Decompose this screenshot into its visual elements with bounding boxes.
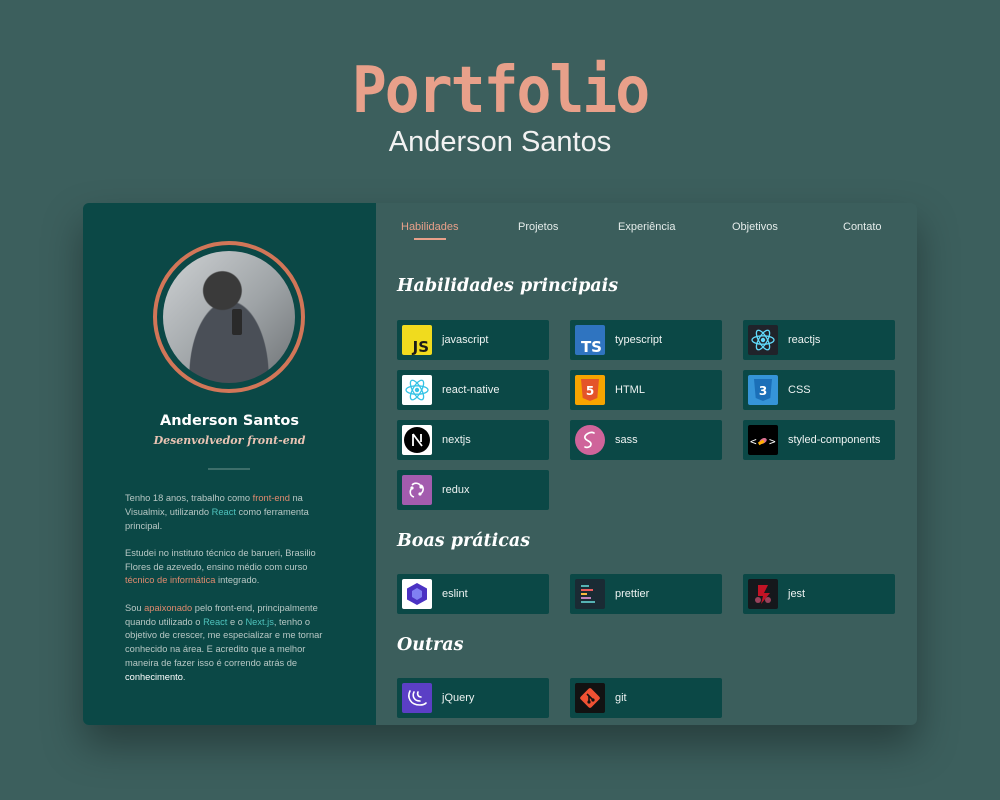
svg-text:>: > <box>769 435 776 448</box>
react-icon <box>402 375 432 405</box>
bio-text: Estudei no instituto técnico de barueri,… <box>125 547 316 572</box>
skill-label: git <box>615 692 627 704</box>
jquery-icon <box>402 683 432 713</box>
hero-subtitle: Anderson Santos <box>388 126 612 158</box>
skill-reactjs[interactable]: reactjs <box>743 320 895 360</box>
skill-label: sass <box>615 434 638 446</box>
redux-icon <box>402 475 432 505</box>
skill-label: jQuery <box>442 692 475 704</box>
jest-icon <box>748 579 778 609</box>
top-nav: Habilidades Projetos Experiência Objetiv… <box>376 221 917 245</box>
sass-icon <box>575 425 605 455</box>
skill-label: prettier <box>615 588 650 600</box>
skill-label: nextjs <box>442 434 471 446</box>
html5-icon: 5 <box>575 375 605 405</box>
skill-eslint[interactable]: eslint <box>397 574 549 614</box>
skill-label: jest <box>788 588 806 600</box>
skill-javascript[interactable]: JS javascript <box>397 320 549 360</box>
profile-name: Anderson Santos <box>160 413 299 429</box>
bio-text: e o <box>227 616 246 627</box>
bio-text: Sou <box>125 602 145 613</box>
skill-label: typescript <box>615 334 663 346</box>
skill-label: styled-components <box>788 434 881 446</box>
bio: Tenho 18 anos, trabalho como front-end n… <box>125 492 337 698</box>
section-title-main: Habilidades principais <box>397 276 619 296</box>
skill-styled-components[interactable]: < > styled-components <box>743 420 895 460</box>
profile-role: Desenvolvedor front-end <box>153 434 306 447</box>
skill-label: redux <box>442 484 470 496</box>
sidebar-divider <box>208 468 250 470</box>
react-icon <box>748 325 778 355</box>
tab-experiencia[interactable]: Experiência <box>618 221 675 233</box>
bio-highlight: técnico de informática <box>125 575 216 586</box>
skill-label: eslint <box>442 588 468 600</box>
bio-highlight: conhecimento <box>125 671 183 682</box>
styled-components-icon: < > <box>748 425 778 455</box>
tab-habilidades[interactable]: Habilidades <box>401 221 458 233</box>
bio-text: Tenho 18 anos, trabalho como <box>125 493 253 503</box>
skills-panel: Habilidades Projetos Experiência Objetiv… <box>376 203 917 725</box>
skill-git[interactable]: git <box>570 678 722 718</box>
css3-icon: 3 <box>748 375 778 405</box>
bio-highlight: apaixonado <box>144 602 193 613</box>
hero-title: Portfolio <box>351 52 650 128</box>
git-icon <box>575 683 605 713</box>
svg-text:JS: JS <box>412 338 429 355</box>
skill-sass[interactable]: sass <box>570 420 722 460</box>
section-title-others: Outras <box>397 635 464 655</box>
typescript-icon: TS <box>575 325 605 355</box>
portfolio-card: Anderson Santos Desenvolvedor front-end … <box>83 203 917 725</box>
javascript-icon: JS <box>402 325 432 355</box>
skill-typescript[interactable]: TS typescript <box>570 320 722 360</box>
eslint-icon <box>402 579 432 609</box>
skill-css[interactable]: 3 CSS <box>743 370 895 410</box>
svg-text:<: < <box>750 435 757 448</box>
bio-paragraph-1: Tenho 18 anos, trabalho como front-end n… <box>125 492 337 533</box>
bio-paragraph-3: Sou apaixonado pelo front-end, principal… <box>125 602 337 685</box>
profile-sidebar: Anderson Santos Desenvolvedor front-end … <box>83 203 376 725</box>
active-tab-indicator <box>414 238 446 240</box>
bio-highlight: React <box>203 616 228 627</box>
skill-label: CSS <box>788 384 811 396</box>
section-title-practices: Boas práticas <box>397 531 531 551</box>
tab-projetos[interactable]: Projetos <box>518 221 558 233</box>
svg-text:3: 3 <box>759 384 767 398</box>
avatar <box>163 251 295 383</box>
skill-label: react-native <box>442 384 500 396</box>
avatar-frame <box>153 241 305 393</box>
svg-text:5: 5 <box>586 384 594 398</box>
skill-label: javascript <box>442 334 489 346</box>
skill-jquery[interactable]: jQuery <box>397 678 549 718</box>
tab-contato[interactable]: Contato <box>843 221 882 233</box>
bio-text: . <box>182 671 186 682</box>
skill-html[interactable]: 5 HTML <box>570 370 722 410</box>
bio-highlight: React <box>211 506 236 517</box>
bio-text: integrado. <box>215 575 260 586</box>
bio-paragraph-2: Estudei no instituto técnico de barueri,… <box>125 547 337 588</box>
skill-react-native[interactable]: react-native <box>397 370 549 410</box>
skill-nextjs[interactable]: nextjs <box>397 420 549 460</box>
skill-redux[interactable]: redux <box>397 470 549 510</box>
nextjs-icon <box>402 425 432 455</box>
tab-objetivos[interactable]: Objetivos <box>732 221 778 233</box>
bio-highlight: front-end <box>252 493 290 503</box>
skill-jest[interactable]: jest <box>743 574 895 614</box>
svg-text:TS: TS <box>581 338 602 355</box>
bio-highlight: Next.js <box>245 616 274 627</box>
skill-prettier[interactable]: prettier <box>570 574 722 614</box>
skill-label: HTML <box>615 384 645 396</box>
prettier-icon <box>575 579 605 609</box>
skill-label: reactjs <box>788 334 821 346</box>
